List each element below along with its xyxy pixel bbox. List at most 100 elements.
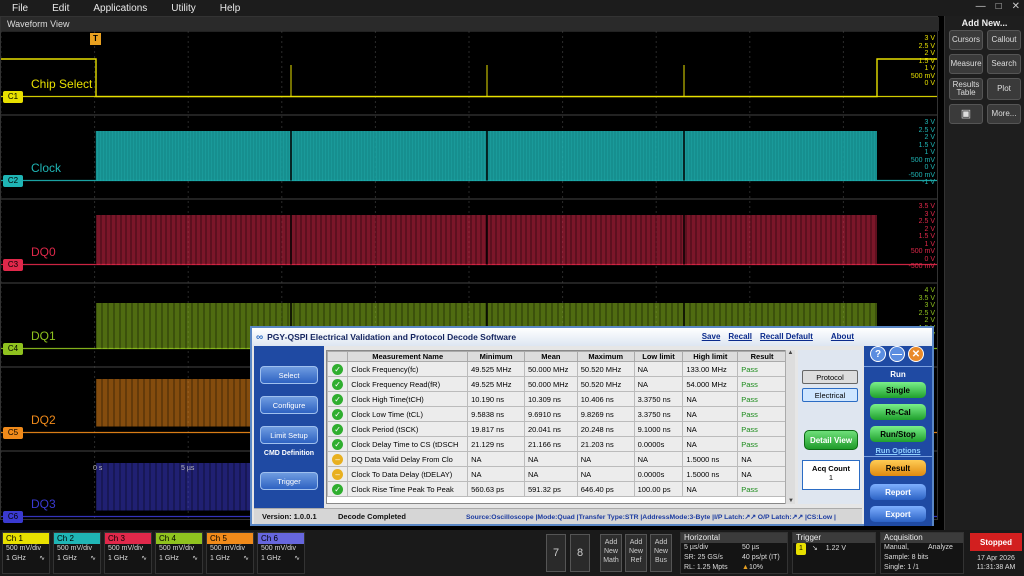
table-row[interactable]: ✓ Clock Period (tSCK) 19.817 ns 20.041 ns 20… — [327, 421, 787, 437]
search-button[interactable]: Search — [987, 54, 1021, 74]
scale-tick-label: 2 V — [924, 50, 935, 57]
channel-marker[interactable]: C3 — [3, 258, 23, 271]
channel-marker[interactable]: C5 — [3, 426, 23, 439]
channel-8-button[interactable]: 8 — [570, 534, 590, 572]
column-header[interactable]: High limit — [682, 351, 739, 362]
measurement-name: Clock Delay Time to CS (tDSCH — [347, 436, 469, 452]
channel-2-badge[interactable]: Ch 2 500 mV/div 1 GHz ∿ — [53, 532, 101, 574]
channel-marker[interactable]: C6 — [3, 510, 23, 523]
detail-view-button[interactable]: Detail View — [804, 430, 858, 450]
lane-label: DQ3 — [31, 497, 56, 512]
run-state-badge[interactable]: Stopped — [970, 533, 1022, 551]
column-header[interactable]: Minimum — [467, 351, 525, 362]
channel-bandwidth: 1 GHz — [6, 555, 26, 562]
channel-6-badge[interactable]: Ch 6 500 mV/div 1 GHz ∿ — [257, 532, 305, 574]
table-row[interactable]: ✓ Clock Frequency Read(fR) 49.525 MHz 50.00… — [327, 376, 787, 392]
table-row[interactable]: – Clock To Data Delay (tDELAY) NA NA NA 0.000… — [327, 466, 787, 482]
minimize-icon[interactable]: — — [976, 1, 986, 12]
column-header[interactable]: Measurement Name — [347, 351, 469, 362]
scroll-up-icon[interactable]: ▲ — [786, 350, 795, 356]
channel-1-badge[interactable]: Ch 1 500 mV/div 1 GHz ∿ — [2, 532, 50, 574]
scroll-down-icon[interactable]: ▼ — [786, 498, 796, 504]
result-value: Pass — [737, 481, 787, 497]
close-icon[interactable]: ✕ — [1012, 1, 1020, 12]
select-button[interactable]: Select — [260, 366, 318, 384]
vertical-scale: 3 V 2.5 V2 V 1.5 V1 V 500 mV 0 V -500 mV -1 V — [899, 119, 935, 187]
column-header[interactable]: Mean — [523, 351, 578, 362]
menu-edit[interactable]: Edit — [52, 3, 69, 14]
menu-applications[interactable]: Applications — [93, 3, 147, 14]
acquisition-settings[interactable]: Acquisition Manual, Analyze Sample: 8 bit… — [880, 532, 964, 574]
plot-button[interactable]: Plot — [987, 78, 1021, 100]
channel-7-button[interactable]: 7 — [546, 534, 566, 572]
zoom-box-button[interactable]: ▣ — [949, 104, 983, 124]
channel-marker[interactable]: C2 — [3, 174, 23, 187]
scale-tick-label: 0 V — [924, 255, 935, 263]
run-options-link[interactable]: Run Options — [864, 446, 932, 455]
table-row[interactable]: ✓ Clock Frequency(fc) 49.525 MHz 50.000 MHz… — [327, 361, 787, 377]
column-header[interactable]: Low limit — [633, 351, 684, 362]
cursors-button[interactable]: Cursors — [949, 30, 983, 50]
maximum-value: NA — [576, 451, 635, 467]
channel-marker[interactable]: C4 — [3, 342, 23, 355]
column-header[interactable]: Maximum — [576, 351, 635, 362]
scale-tick-label: 1.5 V — [918, 141, 935, 149]
channel-5-badge[interactable]: Ch 5 500 mV/div 1 GHz ∿ — [206, 532, 254, 574]
run-stop-button[interactable]: Run/Stop — [870, 426, 926, 442]
zoom-box-icon: ▣ — [960, 108, 972, 120]
save-link[interactable]: Save — [702, 332, 721, 341]
about-link[interactable]: About — [831, 332, 854, 341]
acquisition-single: Single: 1 /1 — [884, 564, 920, 571]
channel-name: Ch 5 — [207, 533, 253, 544]
add-new-bus-button[interactable]: Add New Bus — [650, 534, 672, 572]
channel-marker[interactable]: C1 — [3, 90, 23, 103]
column-header[interactable]: Result — [737, 351, 787, 362]
horizontal-settings[interactable]: Horizontal 5 µs/div 50 µs SR: 25 GS/s 40 p… — [680, 532, 788, 574]
channel-3-badge[interactable]: Ch 3 500 mV/div 1 GHz ∿ — [104, 532, 152, 574]
tab-protocol[interactable]: Protocol — [802, 370, 858, 384]
trigger-button[interactable]: Trigger — [260, 472, 318, 490]
configure-button[interactable]: Configure — [260, 396, 318, 414]
channel-scale: 500 mV/div — [57, 545, 93, 552]
maximize-icon[interactable]: □ — [996, 1, 1002, 12]
close-icon[interactable]: ✕ — [908, 346, 924, 362]
callout-button[interactable]: Callout — [987, 30, 1021, 50]
tab-electrical[interactable]: Electrical — [802, 388, 858, 402]
scale-tick-label: 1.5 V — [918, 233, 935, 240]
result-button[interactable]: Result — [870, 460, 926, 476]
export-button[interactable]: Export — [870, 506, 926, 522]
result-value: NA — [737, 451, 787, 467]
channel-4-badge[interactable]: Ch 4 500 mV/div 1 GHz ∿ — [155, 532, 203, 574]
table-row[interactable]: ✓ Clock High Time(tCH) 10.190 ns 10.309 ns 1… — [327, 391, 787, 407]
report-button[interactable]: Report — [870, 484, 926, 500]
measurement-name: Clock Period (tSCK) — [347, 421, 469, 437]
menu-help[interactable]: Help — [220, 3, 241, 14]
add-new-ref-button[interactable]: Add New Ref — [625, 534, 647, 572]
single-button[interactable]: Single — [870, 382, 926, 398]
cmd-definition-label[interactable]: CMD Definition — [256, 450, 322, 457]
results-table-button[interactable]: Results Table — [949, 78, 983, 100]
table-row[interactable]: ✓ Clock Rise Time Peak To Peak 560.63 ps 59… — [327, 481, 787, 497]
recall-default-link[interactable]: Recall Default — [760, 332, 813, 341]
minimize-icon[interactable]: — — [889, 346, 905, 362]
help-icon[interactable]: ? — [870, 346, 886, 362]
table-row[interactable]: ✓ Clock Low Time (tCL) 9.5838 ns 9.6910 ns 9… — [327, 406, 787, 422]
time-label: 11:31:38 AM — [976, 564, 1016, 571]
more-button[interactable]: More... — [987, 104, 1021, 124]
table-row[interactable]: – DQ Data Valid Delay From Clo NA NA NA NA 1.5… — [327, 451, 787, 467]
recal-button[interactable]: Re-Cal — [870, 404, 926, 420]
add-new-math-button[interactable]: Add New Math — [600, 534, 622, 572]
table-row[interactable]: ✓ Clock Delay Time to CS (tDSCH 21.129 ns 2… — [327, 436, 787, 452]
lane-label: DQ2 — [31, 413, 56, 428]
measure-button[interactable]: Measure — [949, 54, 983, 74]
recall-link[interactable]: Recall — [728, 332, 752, 341]
trigger-position-marker[interactable]: T — [90, 33, 101, 45]
table-scrollbar[interactable]: ▲ ▼ — [785, 350, 795, 504]
falling-edge-icon: ↘ — [811, 545, 818, 552]
menu-utility[interactable]: Utility — [171, 3, 195, 14]
menu-file[interactable]: File — [12, 3, 28, 14]
trigger-settings[interactable]: Trigger 1 ↘ 1.22 V — [792, 532, 876, 574]
limit-setup-button[interactable]: Limit Setup — [260, 426, 318, 444]
mean-value: NA — [523, 451, 578, 467]
minimum-value: 10.190 ns — [467, 391, 525, 407]
